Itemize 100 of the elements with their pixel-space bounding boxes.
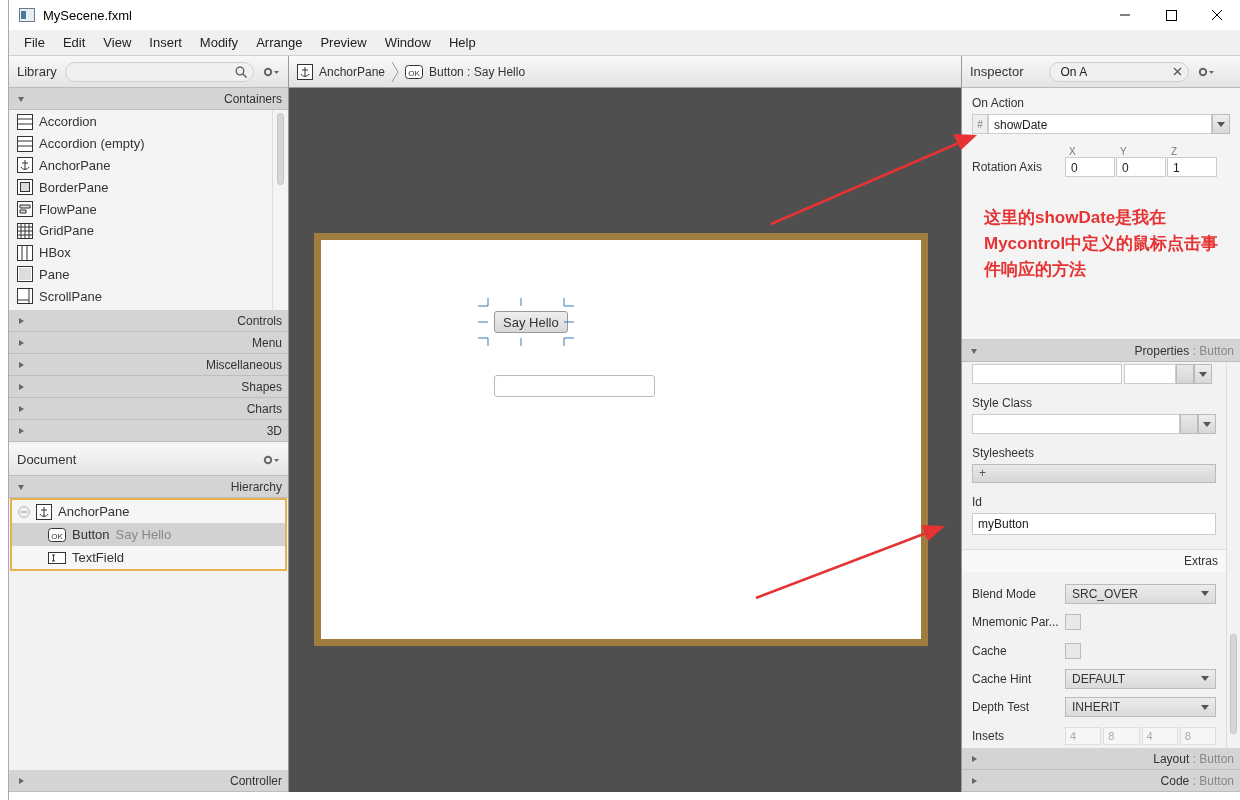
say-hello-button[interactable]: Say Hello xyxy=(494,311,568,333)
expand-triangle-icon[interactable] xyxy=(17,360,25,369)
section-header[interactable]: Properties : Button xyxy=(962,340,1240,362)
section-header[interactable]: Charts xyxy=(9,398,288,420)
panel-title: Library xyxy=(17,64,57,79)
extras-header: Extras xyxy=(962,548,1226,572)
section-header[interactable]: Miscellaneous xyxy=(9,354,288,376)
library-item[interactable]: GridPane xyxy=(17,220,272,242)
expand-triangle-icon[interactable] xyxy=(17,426,25,435)
section-header[interactable]: Containers xyxy=(9,88,288,110)
expand-triangle-icon[interactable] xyxy=(17,382,25,391)
settings-icon[interactable] xyxy=(262,65,280,78)
checkbox[interactable] xyxy=(1065,642,1081,659)
axis-label: X xyxy=(1068,146,1077,157)
axis-field[interactable]: 0 xyxy=(1116,157,1166,177)
id-field[interactable]: myButton xyxy=(972,512,1216,535)
search-icon xyxy=(235,65,247,78)
hash-prefix: # xyxy=(972,114,988,134)
dropdown-button[interactable] xyxy=(1194,364,1212,384)
tree-item-detail: Say Hello xyxy=(115,527,172,542)
section-title: 3D xyxy=(266,423,282,438)
section-header[interactable]: Menu xyxy=(9,332,288,354)
field-label: Style Class xyxy=(972,396,1034,410)
collapse-triangle-icon[interactable] xyxy=(17,482,25,491)
style-value-field[interactable] xyxy=(1124,364,1176,384)
expand-triangle-icon[interactable] xyxy=(17,404,25,413)
dropdown-button[interactable] xyxy=(1212,114,1230,134)
axis-field[interactable]: 0 xyxy=(1065,157,1115,177)
menu-item[interactable]: Insert xyxy=(140,35,191,50)
dropdown[interactable]: INHERIT xyxy=(1065,697,1216,718)
library-item[interactable]: Accordion xyxy=(17,111,272,133)
property-label: Cache xyxy=(972,643,1008,658)
style-class-field[interactable] xyxy=(972,414,1180,434)
breadcrumb-item[interactable]: OK Button : Say Hello xyxy=(405,64,526,79)
menu-item[interactable]: Preview xyxy=(311,35,376,50)
breadcrumb-separator-icon xyxy=(391,60,400,83)
menu-item[interactable]: Arrange xyxy=(247,35,312,50)
library-item[interactable]: FlowPane xyxy=(17,198,272,220)
expand-triangle-icon[interactable] xyxy=(17,338,25,347)
section-header[interactable]: Code : Button xyxy=(962,770,1240,792)
expand-triangle-icon[interactable] xyxy=(970,754,978,763)
section-title: Layout : Button xyxy=(1153,751,1234,766)
expand-triangle-icon[interactable] xyxy=(17,316,25,325)
property-label: Mnemonic Par... xyxy=(972,615,1060,630)
section-header[interactable]: Controller xyxy=(9,770,288,792)
search-field[interactable]: On A xyxy=(1049,61,1190,82)
property-label: Insets xyxy=(972,728,1005,743)
window-title: MySecene.fxml xyxy=(43,7,133,23)
section-header[interactable]: 3D xyxy=(9,420,288,442)
dropdown[interactable]: DEFAULT xyxy=(1065,668,1216,689)
section-title: Properties : Button xyxy=(1134,343,1234,358)
field-label: Id xyxy=(972,494,983,509)
menu-item[interactable]: File xyxy=(15,35,54,50)
section-header[interactable]: Hierarchy xyxy=(9,476,288,498)
section-title: Hierarchy xyxy=(230,479,282,494)
section-header[interactable]: Controls xyxy=(9,310,288,332)
selection-handles[interactable] xyxy=(478,298,574,346)
dropdown-button[interactable] xyxy=(1198,414,1216,434)
collapse-triangle-icon[interactable] xyxy=(970,346,978,355)
breadcrumb-item[interactable]: AnchorPane xyxy=(297,63,386,80)
scrollbar-thumb[interactable] xyxy=(1230,634,1237,734)
settings-icon[interactable] xyxy=(1197,65,1216,78)
add-stylesheet-button[interactable]: + xyxy=(972,464,1216,483)
menu-item[interactable]: Modify xyxy=(190,35,248,50)
library-item[interactable]: BorderPane xyxy=(17,176,272,199)
tree-item[interactable]: TextField xyxy=(12,546,285,569)
axis-field[interactable]: 1 xyxy=(1167,157,1217,177)
anchor-icon xyxy=(17,157,33,174)
scrollbar-thumb[interactable] xyxy=(277,113,284,185)
section-header[interactable]: Layout : Button xyxy=(962,748,1240,770)
tree-item[interactable]: OK Button Say Hello xyxy=(12,523,285,546)
clear-icon[interactable] xyxy=(1173,67,1183,76)
library-item[interactable]: AnchorPane xyxy=(17,154,272,177)
library-item[interactable]: ScrollPane xyxy=(17,285,272,308)
section-header[interactable]: Shapes xyxy=(9,376,288,398)
section-title: Containers xyxy=(223,91,282,106)
style-field[interactable] xyxy=(972,364,1122,384)
search-field[interactable] xyxy=(64,61,254,82)
on-action-field[interactable]: showDate xyxy=(988,114,1212,134)
section-title: Code : Button xyxy=(1160,773,1234,788)
expand-triangle-icon[interactable] xyxy=(970,776,978,785)
menu-item[interactable]: Window xyxy=(375,35,440,50)
library-item[interactable]: Accordion (empty) xyxy=(17,132,272,155)
property-label: Blend Mode xyxy=(972,586,1038,601)
app-icon xyxy=(19,8,35,22)
tree-item[interactable]: AnchorPane xyxy=(12,500,285,523)
menu-item[interactable]: Edit xyxy=(53,35,95,50)
expand-triangle-icon[interactable] xyxy=(17,776,25,785)
library-item[interactable]: HBox xyxy=(17,241,272,264)
text-field-icon xyxy=(48,551,66,564)
text-field[interactable] xyxy=(494,375,655,397)
annotation-text: 这里的showDate是我在Mycontrol中定义的鼠标点击事件响应的方法 xyxy=(983,207,1220,281)
dropdown[interactable]: SRC_OVER xyxy=(1065,583,1216,604)
menu-item[interactable]: View xyxy=(94,35,141,50)
collapse-triangle-icon[interactable] xyxy=(17,94,25,103)
library-item[interactable]: Pane xyxy=(17,263,272,286)
checkbox[interactable] xyxy=(1065,614,1081,631)
settings-icon[interactable] xyxy=(262,453,280,466)
menu-item[interactable]: Help xyxy=(439,35,485,50)
scroll-pane-icon xyxy=(17,288,33,305)
